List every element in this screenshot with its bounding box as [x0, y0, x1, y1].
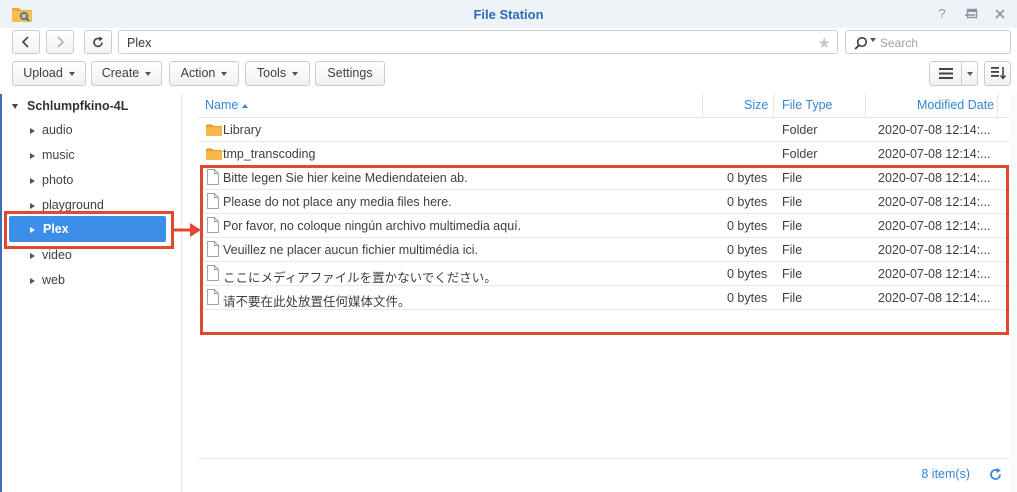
- search-input[interactable]: Search: [845, 30, 1011, 54]
- sidebar-item-label: web: [42, 273, 65, 287]
- path-text: Plex: [127, 36, 152, 50]
- collapse-caret-icon[interactable]: [30, 152, 35, 159]
- view-options-button[interactable]: [961, 61, 978, 86]
- path-field[interactable]: Plex ★: [118, 30, 838, 54]
- search-icon: [854, 36, 868, 50]
- sidebar-item-label: music: [42, 148, 75, 162]
- column-header-name[interactable]: Name: [205, 98, 248, 112]
- scrollbar[interactable]: [1010, 94, 1017, 492]
- sidebar-item-label: audio: [42, 123, 73, 137]
- tree-root-label: Schlumpfkino-4L: [27, 99, 129, 113]
- upload-button[interactable]: Upload: [12, 61, 86, 86]
- sidebar-item-label: playground: [42, 198, 104, 212]
- search-options-caret-icon[interactable]: [870, 38, 876, 42]
- list-icon: [939, 68, 953, 79]
- create-button[interactable]: Create: [91, 61, 162, 86]
- collapse-caret-icon[interactable]: [30, 202, 35, 209]
- favorite-star-icon[interactable]: ★: [818, 34, 831, 52]
- folder-icon: [206, 148, 222, 160]
- sort-icon: [991, 67, 1006, 80]
- sidebar-item-label: photo: [42, 173, 74, 187]
- modified-date: 2020-07-08 12:14:...: [878, 147, 991, 161]
- sidebar-item-audio[interactable]: audio: [30, 120, 73, 140]
- column-header-size[interactable]: Size: [744, 98, 768, 112]
- file-name: tmp_transcoding: [223, 147, 316, 161]
- back-button[interactable]: [12, 30, 40, 54]
- refresh-icon[interactable]: [989, 468, 1002, 481]
- chevron-down-icon: [292, 71, 299, 76]
- refresh-icon: [93, 36, 103, 48]
- chevron-right-icon: [57, 36, 65, 48]
- highlight-box-files: [200, 165, 1009, 335]
- forward-button[interactable]: [46, 30, 74, 54]
- column-divider[interactable]: [773, 94, 774, 118]
- item-count: 8 item(s): [921, 467, 970, 481]
- action-button[interactable]: Action: [169, 61, 239, 86]
- file-name: Library: [223, 123, 262, 137]
- tools-button[interactable]: Tools: [245, 61, 310, 86]
- folder-icon: [206, 124, 222, 136]
- column-header-modified[interactable]: Modified Date: [917, 98, 994, 112]
- refresh-button[interactable]: [84, 30, 112, 54]
- collapse-caret-icon[interactable]: [30, 177, 35, 184]
- modified-date: 2020-07-08 12:14:...: [878, 123, 991, 137]
- chevron-down-icon: [68, 71, 75, 76]
- column-name-label: Name: [205, 98, 239, 112]
- chevron-down-icon: [221, 71, 228, 76]
- highlight-box-sidebar: [4, 211, 174, 249]
- title-bar: File Station ?: [0, 0, 1017, 28]
- help-icon[interactable]: ?: [934, 6, 950, 22]
- window-title: File Station: [473, 7, 544, 22]
- sort-ascending-icon: [241, 103, 248, 108]
- sidebar-item-music[interactable]: music: [30, 145, 75, 165]
- list-view-button[interactable]: [929, 61, 962, 86]
- tree-root-nas[interactable]: Schlumpfkino-4L: [12, 99, 128, 113]
- file-type: Folder: [782, 123, 818, 137]
- column-header-type[interactable]: File Type: [782, 98, 833, 112]
- status-bar: 8 item(s): [198, 458, 1010, 488]
- table-header: Name Size File Type Modified Date: [198, 94, 1010, 118]
- table-row[interactable]: Library Folder 2020-07-08 12:14:...: [198, 118, 1010, 142]
- file-type: Folder: [782, 147, 818, 161]
- folder-tree: [0, 94, 182, 492]
- expand-caret-icon[interactable]: [12, 104, 18, 110]
- upload-label: Upload: [23, 66, 63, 80]
- column-divider[interactable]: [702, 94, 703, 118]
- sidebar-item-web[interactable]: web: [30, 270, 65, 290]
- column-divider[interactable]: [997, 94, 998, 118]
- chevron-down-icon: [145, 71, 152, 76]
- collapse-caret-icon[interactable]: [30, 127, 35, 134]
- sidebar-item-photo[interactable]: photo: [30, 170, 73, 190]
- chevron-left-icon: [21, 36, 29, 48]
- column-divider[interactable]: [865, 94, 866, 118]
- close-icon[interactable]: [992, 6, 1008, 22]
- settings-button[interactable]: Settings: [315, 61, 385, 86]
- create-label: Create: [101, 66, 140, 80]
- collapse-caret-icon[interactable]: [30, 252, 35, 259]
- table-row[interactable]: tmp_transcoding Folder 2020-07-08 12:14:…: [198, 142, 1010, 166]
- window-edge: [0, 94, 2, 492]
- search-placeholder: Search: [880, 36, 919, 50]
- sidebar-item-label: video: [42, 248, 72, 262]
- sort-button[interactable]: [984, 61, 1011, 86]
- action-label: Action: [180, 66, 216, 80]
- tools-label: Tools: [256, 66, 287, 80]
- collapse-caret-icon[interactable]: [30, 277, 35, 284]
- maximize-icon[interactable]: [964, 6, 980, 22]
- settings-label: Settings: [327, 66, 373, 80]
- chevron-down-icon: [967, 72, 973, 76]
